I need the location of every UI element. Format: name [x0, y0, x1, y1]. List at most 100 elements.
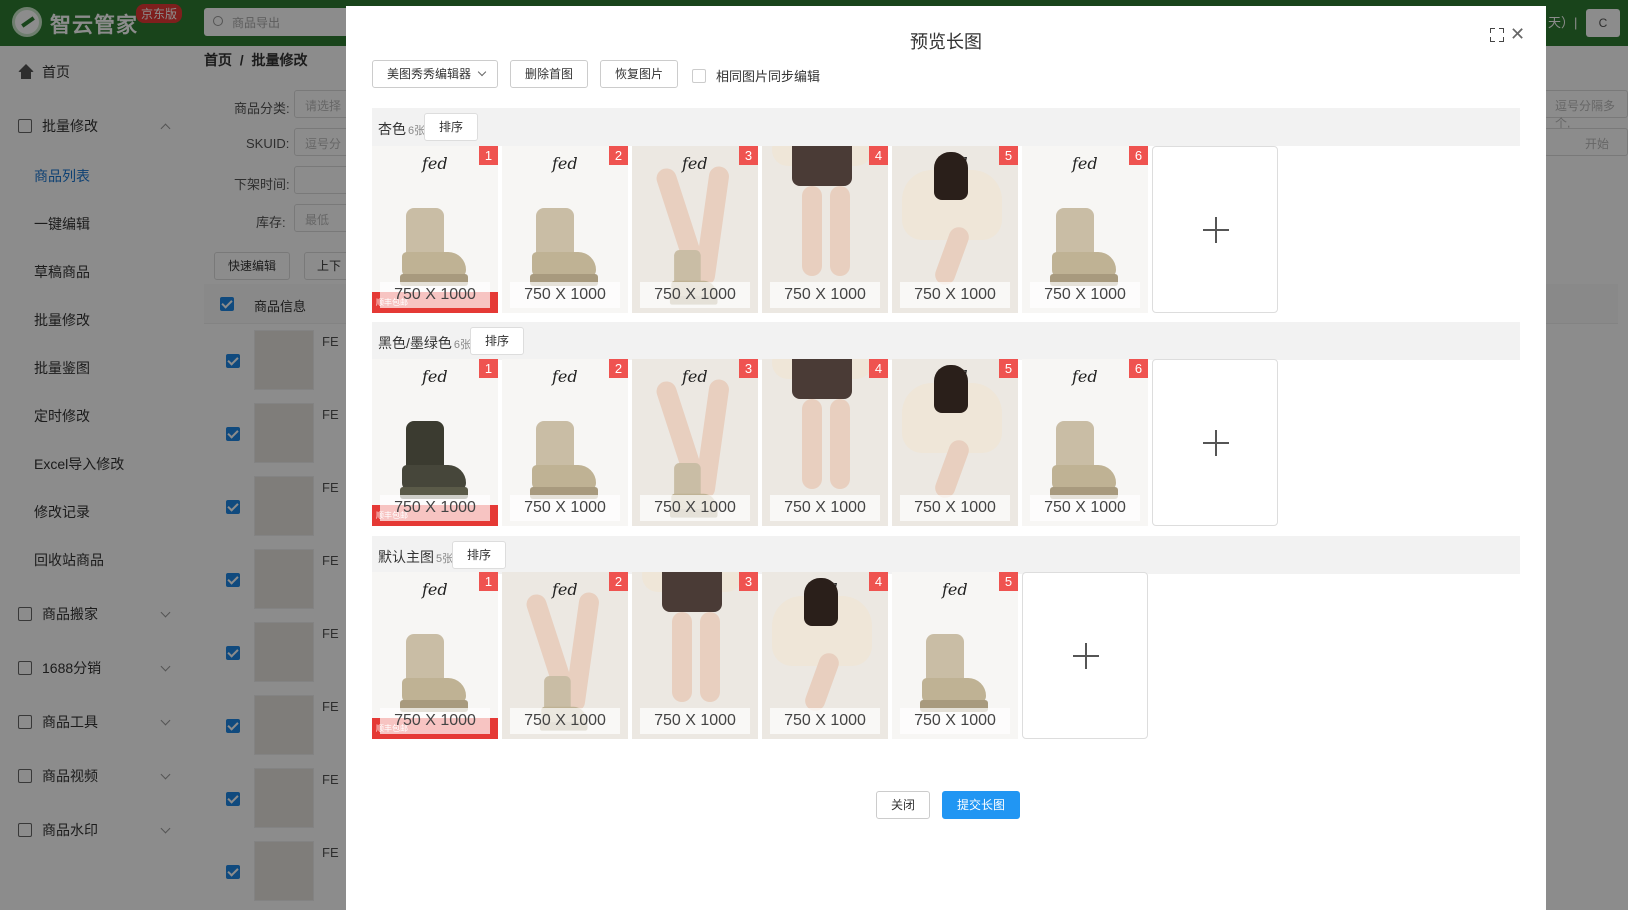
- hair-shape: [934, 152, 968, 200]
- image-size-label: 750 X 1000: [380, 495, 490, 521]
- image-size-label: 750 X 1000: [510, 708, 620, 734]
- image-size-label: 750 X 1000: [900, 708, 1010, 734]
- image-index-badge: 3: [739, 146, 758, 165]
- product-image[interactable]: fed750 X 10005: [892, 359, 1018, 526]
- sort-button[interactable]: 排序: [470, 327, 524, 355]
- product-image[interactable]: fed顺丰包邮750 X 10001: [372, 572, 498, 739]
- preview-long-image-dialog: 预览长图 ✕ 美图秀秀编辑器 删除首图 恢复图片 相同图片同步编辑 杏色 6张 排…: [346, 6, 1546, 910]
- product-image[interactable]: fed 750 X 1000 3: [632, 146, 758, 313]
- brand-logo: fed: [552, 580, 578, 599]
- skirt-shape: [662, 572, 722, 612]
- product-image[interactable]: fed750 X 10004: [762, 572, 888, 739]
- product-image[interactable]: fed750 X 10004: [762, 146, 888, 313]
- image-size-label: 750 X 1000: [640, 282, 750, 308]
- leg-shape: [802, 186, 822, 276]
- boot-shape: [1046, 208, 1120, 288]
- product-image[interactable]: fed 750 X 1000 3: [632, 359, 758, 526]
- product-image[interactable]: fed顺丰包邮750 X 10001: [372, 359, 498, 526]
- delete-first-button[interactable]: 删除首图: [510, 60, 588, 88]
- image-index-badge: 3: [739, 359, 758, 378]
- product-image[interactable]: fed750 X 10003: [632, 572, 758, 739]
- product-image[interactable]: fed750 X 10004: [762, 359, 888, 526]
- product-image[interactable]: fed750 X 10005: [892, 146, 1018, 313]
- brand-logo: fed: [422, 154, 448, 173]
- brand-logo: fed: [682, 154, 708, 173]
- image-index-badge: 5: [999, 359, 1018, 378]
- image-size-label: 750 X 1000: [770, 282, 880, 308]
- product-image[interactable]: fed 750 X 1000 5: [892, 572, 1018, 739]
- leg-shape: [672, 612, 692, 702]
- skirt-shape: [792, 359, 852, 399]
- image-index-badge: 1: [479, 359, 498, 378]
- restore-image-button[interactable]: 恢复图片: [600, 60, 678, 88]
- image-size-label: 750 X 1000: [900, 282, 1010, 308]
- brand-logo: fed: [942, 580, 968, 599]
- image-size-label: 750 X 1000: [510, 495, 620, 521]
- brand-logo: fed: [422, 580, 448, 599]
- image-index-badge: 4: [869, 359, 888, 378]
- leg-shape: [830, 399, 850, 489]
- product-image[interactable]: fed 750 X 1000 6: [1022, 359, 1148, 526]
- image-index-badge: 1: [479, 572, 498, 591]
- close-icon[interactable]: ✕: [1510, 24, 1525, 45]
- close-button[interactable]: 关闭: [876, 791, 930, 819]
- image-size-label: 750 X 1000: [770, 708, 880, 734]
- brand-logo: fed: [682, 367, 708, 386]
- brand-logo: fed: [552, 154, 578, 173]
- hair-shape: [804, 578, 838, 626]
- image-index-badge: 4: [869, 572, 888, 591]
- boot-shape: [1046, 421, 1120, 501]
- submit-long-image-button[interactable]: 提交长图: [942, 791, 1020, 819]
- hair-shape: [934, 365, 968, 413]
- chevron-down-icon: [477, 67, 487, 77]
- image-index-badge: 2: [609, 359, 628, 378]
- image-size-label: 750 X 1000: [640, 495, 750, 521]
- image-group-header: 默认主图 5张 排序: [372, 536, 1520, 574]
- image-index-badge: 3: [739, 572, 758, 591]
- sort-button[interactable]: 排序: [452, 541, 506, 569]
- fullscreen-icon[interactable]: [1490, 28, 1504, 42]
- image-size-label: 750 X 1000: [640, 708, 750, 734]
- add-image-button[interactable]: [1152, 146, 1278, 313]
- product-image[interactable]: fed顺丰包邮750 X 10001: [372, 146, 498, 313]
- skirt-shape: [792, 146, 852, 186]
- brand-logo: fed: [422, 367, 448, 386]
- add-image-button[interactable]: [1022, 572, 1148, 739]
- image-size-label: 750 X 1000: [510, 282, 620, 308]
- image-index-badge: 6: [1129, 146, 1148, 165]
- boot-shape: [526, 421, 600, 501]
- group-name: 黑色/墨绿色 6张: [378, 335, 472, 351]
- editor-select[interactable]: 美图秀秀编辑器: [372, 60, 498, 88]
- sync-edit-checkbox[interactable]: 相同图片同步编辑: [692, 66, 820, 85]
- image-size-label: 750 X 1000: [1030, 282, 1140, 308]
- image-group-header: 杏色 6张 排序: [372, 108, 1520, 146]
- image-index-badge: 4: [869, 146, 888, 165]
- product-image[interactable]: fed 750 X 1000 2: [502, 359, 628, 526]
- boot-shape: [396, 208, 470, 288]
- image-index-badge: 6: [1129, 359, 1148, 378]
- add-image-button[interactable]: [1152, 359, 1278, 526]
- image-index-badge: 5: [999, 146, 1018, 165]
- checkbox-icon: [692, 69, 706, 83]
- product-image[interactable]: fed 750 X 1000 6: [1022, 146, 1148, 313]
- image-group-header: 黑色/墨绿色 6张 排序: [372, 322, 1520, 360]
- image-size-label: 750 X 1000: [1030, 495, 1140, 521]
- brand-logo: fed: [1072, 154, 1098, 173]
- boot-shape: [526, 208, 600, 288]
- image-index-badge: 2: [609, 146, 628, 165]
- product-image[interactable]: fed 750 X 1000 2: [502, 146, 628, 313]
- leg-shape: [830, 186, 850, 276]
- leg-shape: [802, 399, 822, 489]
- boot-shape: [916, 634, 990, 714]
- sort-button[interactable]: 排序: [424, 113, 478, 141]
- group-name: 杏色 6张: [378, 121, 426, 137]
- brand-logo: fed: [552, 367, 578, 386]
- boot-shape: [396, 421, 470, 501]
- image-index-badge: 1: [479, 146, 498, 165]
- image-index-badge: 5: [999, 572, 1018, 591]
- image-index-badge: 2: [609, 572, 628, 591]
- leg-shape: [700, 612, 720, 702]
- product-image[interactable]: fed 750 X 1000 2: [502, 572, 628, 739]
- brand-logo: fed: [1072, 367, 1098, 386]
- boot-shape: [396, 634, 470, 714]
